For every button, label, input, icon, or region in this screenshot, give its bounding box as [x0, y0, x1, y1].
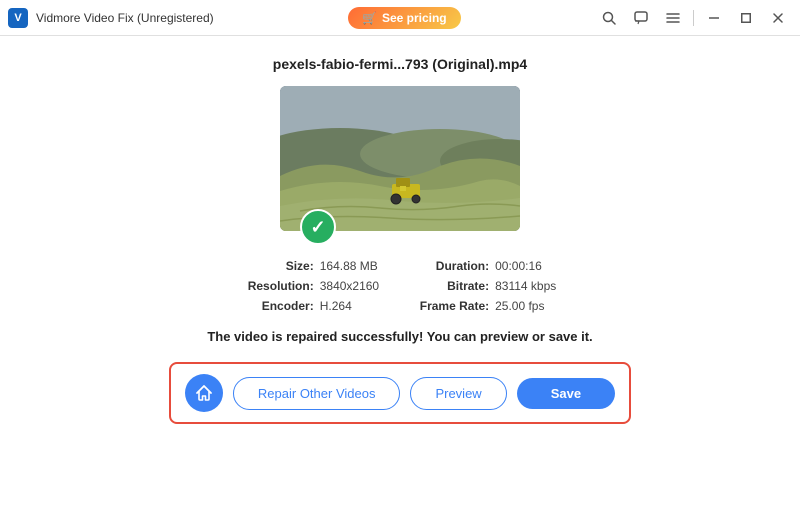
close-button[interactable]: [764, 4, 792, 32]
repair-other-button[interactable]: Repair Other Videos: [233, 377, 401, 410]
meta-duration: Duration: 00:00:16: [419, 259, 556, 273]
minimize-button[interactable]: [700, 4, 728, 32]
meta-encoder: Encoder: H.264: [244, 299, 379, 313]
meta-bitrate-value: 83114 kbps: [495, 279, 556, 293]
meta-bitrate: Bitrate: 83114 kbps: [419, 279, 556, 293]
cart-icon: 🛒: [362, 11, 377, 25]
metadata-grid: Size: 164.88 MB Duration: 00:00:16 Resol…: [244, 259, 557, 313]
meta-bitrate-label: Bitrate:: [419, 279, 489, 293]
meta-framerate-label: Frame Rate:: [419, 299, 489, 313]
meta-resolution-label: Resolution:: [244, 279, 314, 293]
thumbnail-wrapper: ✓: [280, 86, 520, 231]
action-row: Repair Other Videos Preview Save: [169, 362, 631, 424]
preview-button[interactable]: Preview: [410, 377, 506, 410]
app-title: Vidmore Video Fix (Unregistered): [36, 11, 214, 25]
meta-size-label: Size:: [244, 259, 314, 273]
meta-resolution-value: 3840x2160: [320, 279, 379, 293]
main-content: pexels-fabio-fermi...793 (Original).mp4: [0, 36, 800, 516]
meta-resolution: Resolution: 3840x2160: [244, 279, 379, 293]
home-button[interactable]: [185, 374, 223, 412]
menu-icon[interactable]: [659, 4, 687, 32]
meta-framerate: Frame Rate: 25.00 fps: [419, 299, 556, 313]
title-bar-controls: [595, 4, 792, 32]
app-icon: V: [8, 8, 28, 28]
meta-framerate-value: 25.00 fps: [495, 299, 544, 313]
success-badge: ✓: [300, 209, 336, 245]
meta-size: Size: 164.88 MB: [244, 259, 379, 273]
meta-duration-label: Duration:: [419, 259, 489, 273]
meta-encoder-label: Encoder:: [244, 299, 314, 313]
maximize-button[interactable]: [732, 4, 760, 32]
meta-duration-value: 00:00:16: [495, 259, 542, 273]
save-button[interactable]: Save: [517, 378, 615, 409]
title-bar-left: V Vidmore Video Fix (Unregistered): [8, 8, 214, 28]
title-bar: V Vidmore Video Fix (Unregistered) 🛒 See…: [0, 0, 800, 36]
video-title: pexels-fabio-fermi...793 (Original).mp4: [273, 56, 527, 72]
meta-encoder-value: H.264: [320, 299, 352, 313]
meta-size-value: 164.88 MB: [320, 259, 378, 273]
search-icon[interactable]: [595, 4, 623, 32]
pricing-label: See pricing: [382, 11, 447, 25]
comment-icon[interactable]: [627, 4, 655, 32]
success-message: The video is repaired successfully! You …: [207, 329, 592, 344]
see-pricing-button[interactable]: 🛒 See pricing: [348, 7, 461, 29]
